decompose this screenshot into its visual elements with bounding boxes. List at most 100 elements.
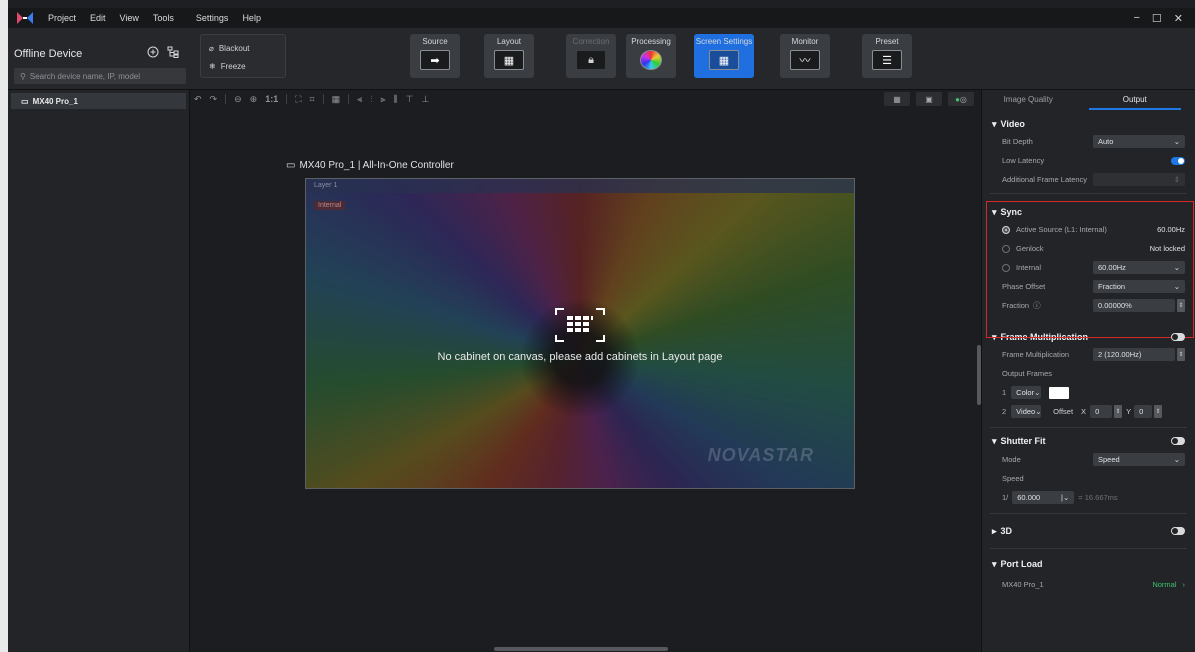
grid-icon[interactable]: ▦ bbox=[332, 94, 341, 105]
module-processing-label: Processing bbox=[631, 37, 671, 46]
menu-help[interactable]: Help bbox=[242, 13, 261, 23]
shutter-speed-select[interactable]: 60.000 |⌄ bbox=[1012, 491, 1075, 504]
view-screen-icon[interactable]: ▣ bbox=[916, 92, 942, 106]
bit-depth-select[interactable]: Auto ⌄ bbox=[1093, 135, 1185, 148]
shutter-mode-select[interactable]: Speed ⌄ bbox=[1093, 453, 1185, 466]
chevron-down-icon: ⌄ bbox=[1035, 407, 1042, 416]
app-logo-icon bbox=[14, 8, 36, 28]
properties-tabs: Image Quality Output bbox=[982, 92, 1195, 110]
device-panel-header: Offline Device ⚲ Search device name, IP,… bbox=[8, 28, 190, 90]
center-icon[interactable]: ⌗ bbox=[310, 94, 315, 105]
section-divider bbox=[990, 427, 1187, 428]
topology-icon[interactable] bbox=[166, 46, 180, 60]
blackout-button[interactable]: ⌀ Blackout bbox=[201, 39, 285, 57]
menu-edit[interactable]: Edit bbox=[90, 13, 106, 23]
additional-latency-label: Additional Frame Latency bbox=[1002, 175, 1088, 184]
tab-output[interactable]: Output bbox=[1088, 92, 1181, 110]
three-d-toggle[interactable] bbox=[1171, 527, 1185, 535]
view-layers-icon[interactable]: ● ◎ bbox=[948, 92, 974, 106]
zoom-out-icon[interactable]: ⊖ bbox=[234, 94, 242, 105]
frame-mult-toggle[interactable] bbox=[1171, 333, 1185, 341]
freeze-button[interactable]: ❄ Freeze bbox=[201, 57, 285, 75]
align-left-icon[interactable]: ⫷ bbox=[357, 94, 362, 105]
chevron-down-icon: |⌄ bbox=[1061, 493, 1070, 502]
frame-type-select[interactable]: Video ⌄ bbox=[1011, 405, 1042, 418]
low-latency-toggle[interactable] bbox=[1171, 156, 1185, 165]
offset-y-input[interactable]: 0 bbox=[1134, 405, 1153, 418]
menu-project[interactable]: Project bbox=[48, 13, 76, 23]
menu-tools[interactable]: Tools bbox=[153, 13, 174, 23]
frame-mult-stepper[interactable]: ⇕ bbox=[1177, 348, 1185, 361]
chevron-right-icon: ▸ bbox=[992, 525, 997, 536]
x-label: X bbox=[1081, 407, 1087, 416]
module-correction[interactable]: Correction 🔒︎ bbox=[566, 34, 616, 78]
zoom-in-icon[interactable]: ⊕ bbox=[250, 94, 258, 105]
module-processing[interactable]: Processing bbox=[626, 34, 676, 78]
three-d-section-header[interactable]: ▸ 3D bbox=[982, 518, 1195, 544]
brand-watermark: NOVASTAR bbox=[707, 445, 814, 465]
controller-icon: ▭ bbox=[286, 160, 296, 171]
align-right-icon[interactable]: ⫸ bbox=[380, 94, 385, 105]
port-load-row[interactable]: MX40 Pro_1 Normal › bbox=[982, 575, 1195, 594]
align-center-icon[interactable]: ⫶ bbox=[370, 94, 372, 105]
offset-y-stepper[interactable]: ⇕ bbox=[1154, 405, 1163, 418]
shutter-fit-toggle[interactable] bbox=[1171, 437, 1185, 445]
offset-y-value: 0 bbox=[1139, 407, 1144, 416]
three-d-title: 3D bbox=[1000, 526, 1013, 536]
toolbar-divider bbox=[322, 94, 324, 104]
module-source-label: Source bbox=[422, 37, 448, 46]
module-preset[interactable]: Preset ☰ bbox=[862, 34, 912, 78]
stepper-icon: ⇕ bbox=[1173, 175, 1180, 184]
undo-icon[interactable]: ↶ bbox=[194, 94, 202, 105]
cabinet-grid-icon: ▦ bbox=[494, 50, 524, 70]
additional-latency-input[interactable]: ⇕ bbox=[1093, 173, 1185, 186]
shutter-speed-label: Speed bbox=[1002, 474, 1024, 483]
view-grid-icon[interactable]: ▦ bbox=[884, 92, 910, 106]
offset-x-stepper[interactable]: ⇕ bbox=[1114, 405, 1123, 418]
controller-title: ▭ MX40 Pro_1 | All-In-One Controller bbox=[286, 160, 454, 171]
shutter-speed-result: = 16.667ms bbox=[1078, 493, 1118, 502]
zoom-reset-button[interactable]: 1:1 bbox=[265, 94, 278, 104]
minimize-button[interactable]: − bbox=[1133, 12, 1139, 25]
chevron-down-icon: ▾ bbox=[992, 435, 997, 446]
left-window-edge bbox=[0, 0, 8, 652]
empty-canvas-message: No cabinet on canvas, please add cabinet… bbox=[437, 351, 723, 363]
align-top-icon[interactable]: ⊤ bbox=[406, 94, 414, 105]
offset-label: Offset bbox=[1053, 407, 1074, 416]
frame-type-select[interactable]: Color ⌄ bbox=[1011, 386, 1042, 399]
align-bottom-icon[interactable]: ⊥ bbox=[422, 94, 430, 105]
frame-mult-input[interactable]: 2 (120.00Hz) bbox=[1093, 348, 1175, 361]
offline-device-title: Offline Device bbox=[14, 48, 83, 60]
offset-x-input[interactable]: 0 bbox=[1090, 405, 1113, 418]
screen-canvas[interactable]: Layer 1 Internal No cabinet on canvas, p… bbox=[305, 178, 855, 489]
close-button[interactable]: ✕ bbox=[1174, 12, 1183, 25]
menu-settings[interactable]: Settings bbox=[196, 13, 229, 23]
shutter-speed-value: 60.000 bbox=[1017, 493, 1041, 502]
port-load-section-header[interactable]: ▾ Port Load bbox=[982, 553, 1195, 575]
module-monitor-label: Monitor bbox=[791, 37, 819, 46]
distribute-icon[interactable]: ⫼ bbox=[394, 94, 398, 105]
add-device-icon[interactable] bbox=[146, 46, 160, 60]
fit-screen-icon[interactable]: ⛶ bbox=[295, 94, 301, 105]
tab-image-quality[interactable]: Image Quality bbox=[982, 92, 1075, 110]
shutter-fit-section-header[interactable]: ▾ Shutter Fit bbox=[982, 432, 1195, 450]
maximize-button[interactable]: ☐ bbox=[1152, 12, 1162, 25]
module-source[interactable]: Source ➡ bbox=[410, 34, 460, 78]
menu-bar: Project Edit View Tools Settings Help bbox=[48, 13, 261, 23]
device-item[interactable]: ▭ MX40 Pro_1 bbox=[11, 93, 186, 109]
device-name: MX40 Pro_1 bbox=[32, 96, 78, 106]
preset-sliders-icon: ☰ bbox=[872, 50, 902, 70]
video-section-header[interactable]: ▾ Video bbox=[982, 116, 1195, 132]
module-screen-settings[interactable]: Screen Settings ▦ bbox=[694, 34, 754, 78]
horizontal-scrollbar[interactable] bbox=[494, 647, 668, 651]
menu-view[interactable]: View bbox=[120, 13, 139, 23]
bit-depth-row: Bit Depth Auto ⌄ bbox=[982, 132, 1195, 151]
color-swatch[interactable] bbox=[1049, 386, 1070, 399]
chevron-down-icon: ⌄ bbox=[1034, 388, 1041, 397]
module-monitor[interactable]: Monitor 〰 bbox=[780, 34, 830, 78]
layer-strip[interactable]: Layer 1 bbox=[306, 179, 854, 193]
port-load-status: Normal bbox=[1152, 580, 1177, 589]
device-search-input[interactable]: ⚲ Search device name, IP, model bbox=[14, 68, 186, 84]
module-layout[interactable]: Layout ▦ bbox=[484, 34, 534, 78]
redo-icon[interactable]: ↷ bbox=[210, 94, 218, 105]
